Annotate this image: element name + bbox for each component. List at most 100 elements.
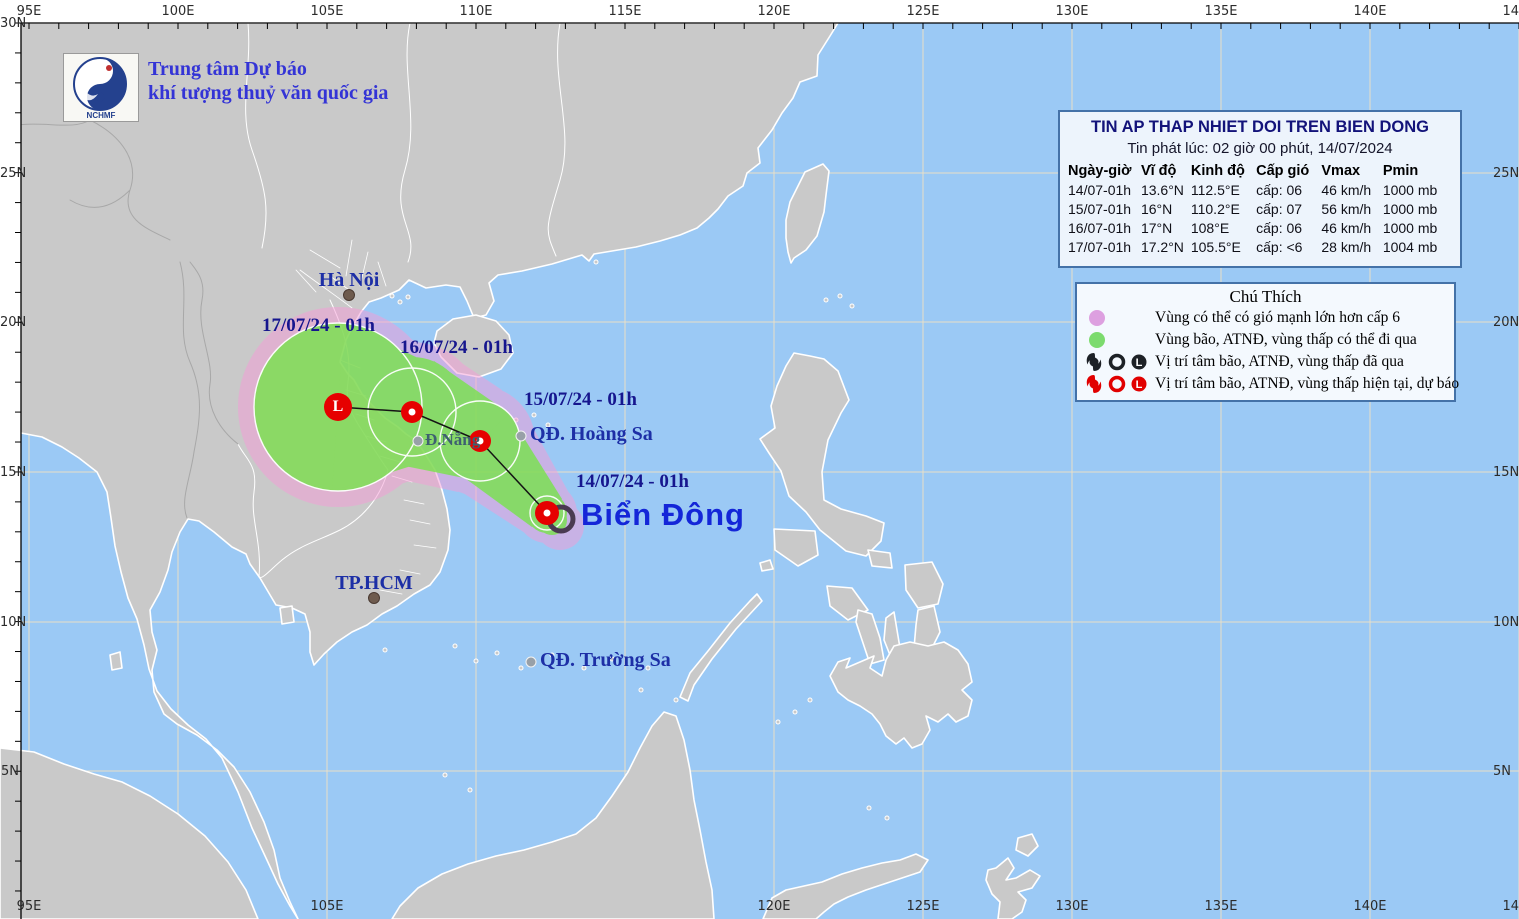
- islet-dot: [383, 648, 387, 652]
- axis-label-latitude: 25N: [0, 166, 19, 181]
- legend-item-label: Vị trí tâm bão, ATNĐ, vùng thấp đã qua: [1155, 353, 1404, 371]
- islet-dot: [824, 298, 828, 302]
- forecast-cell: 46 km/h: [1321, 218, 1382, 237]
- islet-dot: [594, 260, 598, 264]
- forecast-cell: cấp: 06: [1256, 218, 1321, 237]
- place-label: QĐ. Hoàng Sa: [530, 423, 653, 446]
- islet-dot: [495, 651, 499, 655]
- legend-rows: Vùng có thể có gió mạnh lớn hơn cấp 6Vùn…: [1083, 307, 1448, 395]
- axis-label-latitude: 15N: [0, 465, 19, 480]
- column-header: Ngày-giờ: [1068, 162, 1141, 180]
- axis-label-longitude: 115E: [608, 4, 641, 19]
- islet-dot: [390, 294, 394, 298]
- forecast-row: 17/07-01h17.2°N105.5°Ecấp: <628 km/h1004…: [1068, 237, 1452, 256]
- agency-logo: NCHMF: [63, 53, 139, 122]
- agency-name-line2: khí tượng thuỷ văn quốc gia: [148, 81, 388, 105]
- axis-label-longitude: 145E: [1502, 899, 1519, 914]
- low-icon-letter: L: [1136, 357, 1143, 369]
- forecast-cell: 1000 mb: [1383, 199, 1452, 218]
- forecast-cell: 15/07-01h: [1068, 199, 1141, 218]
- axis-label-longitude: 100E: [161, 4, 194, 19]
- forecast-cell: 46 km/h: [1321, 180, 1382, 199]
- axis-label-latitude: 25N: [1493, 166, 1519, 181]
- axis-label-longitude: 145E: [1502, 4, 1519, 19]
- logo-caption: NCHMF: [64, 111, 138, 120]
- islet-dot: [674, 698, 678, 702]
- islet-dot: [406, 295, 410, 299]
- column-header: Cấp gió: [1256, 162, 1321, 180]
- islet-dot: [808, 698, 812, 702]
- legend-item-label: Vùng bão, ATNĐ, vùng thấp có thể đi qua: [1155, 331, 1417, 349]
- islet-dot: [885, 816, 889, 820]
- place-label: Hà Nội: [319, 269, 380, 292]
- axis-label-longitude: 120E: [757, 899, 790, 914]
- forecast-cell: 1000 mb: [1383, 218, 1452, 237]
- forecast-cell: 108°E: [1191, 218, 1256, 237]
- legend-panel: Chú Thích Vùng có thể có gió mạnh lớn hơ…: [1075, 282, 1456, 402]
- depression-icon: [1111, 378, 1124, 391]
- storm-forecast-map: 95E100E105E110E115E120E125E130E135E140E1…: [0, 0, 1519, 919]
- place-label: Đ.Nẵng: [425, 430, 480, 450]
- axis-label-longitude: 140E: [1353, 4, 1386, 19]
- axis-label-latitude: 20N: [1493, 315, 1519, 330]
- axis-label-longitude: 125E: [906, 899, 939, 914]
- islet-dot: [639, 688, 643, 692]
- axis-label-longitude: 135E: [1204, 899, 1237, 914]
- legend-title: Chú Thích: [1083, 287, 1448, 307]
- axis-label-longitude: 105E: [310, 4, 343, 19]
- track-date-label: 17/07/24 - 01h: [262, 315, 375, 337]
- current-position-marker: [535, 501, 559, 525]
- agency-name-line1: Trung tâm Dự báo: [148, 57, 388, 81]
- forecast-cell: cấp: <6: [1256, 237, 1321, 256]
- marker-center-hole: [409, 409, 416, 416]
- low-pressure-marker: L: [324, 393, 352, 421]
- axis-label-latitude: 10N: [1493, 615, 1519, 630]
- forecast-cell: 1000 mb: [1383, 180, 1452, 199]
- forecast-position-marker: [401, 401, 423, 423]
- islet-dot: [474, 659, 478, 663]
- axis-label-longitude: 105E: [310, 899, 343, 914]
- axis-label-longitude: 120E: [757, 4, 790, 19]
- forecast-row: 16/07-01h17°N108°Ecấp: 0646 km/h1000 mb: [1068, 218, 1452, 237]
- axis-label-latitude: 10N: [0, 615, 19, 630]
- track-date-label: 14/07/24 - 01h: [576, 471, 689, 493]
- forecast-cell: 17.2°N: [1141, 237, 1191, 256]
- axis-label-latitude: 20N: [0, 315, 19, 330]
- axis-label-latitude: 30N: [0, 16, 19, 31]
- islet-dot: [398, 300, 402, 304]
- forecast-cell: cấp: 06: [1256, 180, 1321, 199]
- bulletin-panel: TIN AP THAP NHIET DOI TREN BIEN DONG Tin…: [1058, 110, 1462, 268]
- islet: [760, 560, 773, 571]
- forecast-cell: 14/07-01h: [1068, 180, 1141, 199]
- islet-dot: [793, 710, 797, 714]
- islet-dot: [867, 806, 871, 810]
- islet-dot: [776, 720, 780, 724]
- forecast-cell: 16°N: [1141, 199, 1191, 218]
- place-label: TP.HCM: [335, 572, 413, 595]
- forecast-table-body: 14/07-01h13.6°N112.5°Ecấp: 0646 km/h1000…: [1068, 180, 1452, 256]
- islet-dot: [453, 644, 457, 648]
- low-icon-letter: L: [1136, 379, 1143, 391]
- storm-symbols-icon: L: [1083, 373, 1149, 395]
- column-header: Kinh độ: [1191, 162, 1256, 180]
- islet-dot: [850, 304, 854, 308]
- forecast-cell: 110.2°E: [1191, 199, 1256, 218]
- legend-icon-cell: [1083, 310, 1155, 326]
- pink-area-icon: [1089, 310, 1105, 326]
- green-area-icon: [1089, 332, 1105, 348]
- islet-dot: [468, 788, 472, 792]
- island-dot: [516, 431, 527, 442]
- axis-label-longitude: 135E: [1204, 4, 1237, 19]
- axis-label-latitude: 5N: [1493, 764, 1511, 779]
- forecast-cell: 17°N: [1141, 218, 1191, 237]
- forecast-cell: 28 km/h: [1321, 237, 1382, 256]
- forecast-header-row: Ngày-giờVĩ độKinh độCấp gióVmaxPmin: [1068, 162, 1452, 180]
- nchmf-emblem: [64, 54, 138, 112]
- bulletin-issued-time: Tin phát lúc: 02 giờ 00 phút, 14/07/2024: [1068, 140, 1452, 157]
- depression-icon: [1111, 356, 1124, 369]
- agency-name: Trung tâm Dự báo khí tượng thuỷ văn quốc…: [148, 57, 388, 105]
- axis-label-longitude: 110E: [459, 4, 492, 19]
- islet-dot: [443, 773, 447, 777]
- sea-name-label: Biển Đông: [581, 497, 745, 533]
- column-header: Vĩ độ: [1141, 162, 1191, 180]
